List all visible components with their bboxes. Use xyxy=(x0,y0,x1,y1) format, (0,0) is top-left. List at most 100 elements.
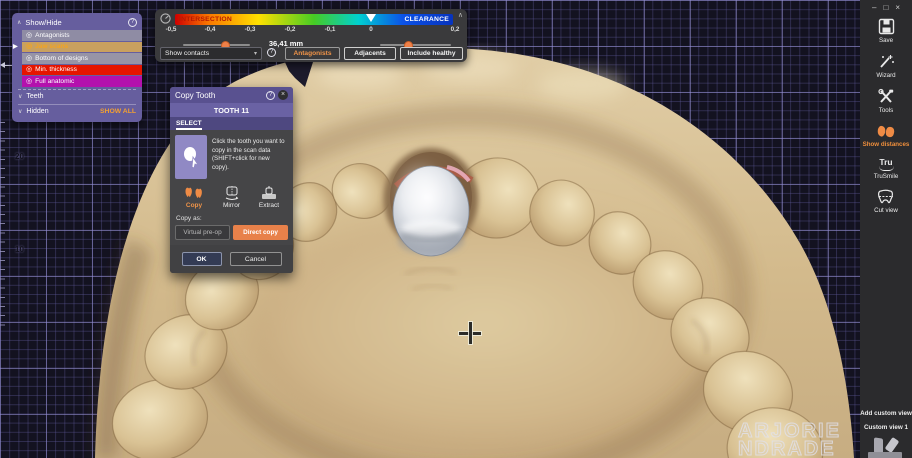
expand-chevron-icon[interactable]: ∨ xyxy=(18,93,22,100)
expand-chevron-icon[interactable]: ∨ xyxy=(18,108,22,115)
wrench-hammer-icon xyxy=(877,88,895,105)
close-icon[interactable]: × xyxy=(895,3,900,12)
ruler-ticks xyxy=(0,122,5,327)
tab-select[interactable]: SELECT xyxy=(176,120,202,130)
toolbar-collapse-icon[interactable]: ∧ xyxy=(458,11,463,19)
tooth-mirror-icon xyxy=(222,186,242,200)
smile-arc-icon xyxy=(879,166,894,171)
upper-range-slider[interactable] xyxy=(380,44,451,46)
show-all-button[interactable]: SHOW ALL xyxy=(100,108,136,115)
cancel-button[interactable]: Cancel xyxy=(230,252,282,266)
view-orientation-widget[interactable] xyxy=(866,438,906,458)
eye-icon[interactable]: ◎ xyxy=(26,55,32,62)
teeth-distance-icon xyxy=(876,123,896,139)
show-hide-title: Show/Hide xyxy=(25,18,128,27)
tooth-cut-icon xyxy=(877,189,895,205)
right-sidebar: – □ × Save Wizard xyxy=(860,0,912,458)
sidebar-item-label: Tools xyxy=(879,107,893,114)
copy-tooth-dialog: Copy Tooth ? × TOOTH 11 SELECT Click the… xyxy=(170,87,293,273)
tooth-extract-icon xyxy=(259,186,279,200)
layer-row-jaw-scans[interactable]: ▶ ◎ Jaw scans xyxy=(22,42,142,53)
instruction-text: Click the tooth you want to copy in the … xyxy=(212,135,288,179)
custom-view-1-button[interactable]: Custom view 1 xyxy=(864,424,908,431)
direct-copy-button[interactable]: Direct copy xyxy=(233,225,288,240)
copy-as-label: Copy as: xyxy=(176,215,288,222)
antagonists-button[interactable]: Antagonists xyxy=(285,47,340,60)
ok-button[interactable]: OK xyxy=(182,252,222,266)
layer-row-min-thickness[interactable]: ◎ Min. thickness xyxy=(22,65,142,76)
pick-tooth-illustration xyxy=(175,135,207,179)
adjacents-button[interactable]: Adjacents xyxy=(344,47,396,60)
add-custom-view-button[interactable]: Add custom view xyxy=(860,410,912,417)
tick-label: 0 xyxy=(369,26,373,33)
sidebar-item-label: Cut view xyxy=(874,207,898,214)
sidebar-item-wizard[interactable]: Wizard xyxy=(876,53,895,79)
sidebar-item-label: Wizard xyxy=(876,72,895,79)
help-icon[interactable]: ? xyxy=(267,48,276,57)
intersection-clearance-gradient[interactable]: INTERSECTION CLEARANCE xyxy=(175,14,453,25)
cursor-crosshair xyxy=(459,322,481,344)
mode-mirror[interactable]: Mirror xyxy=(215,186,249,209)
show-hide-header[interactable]: ∧ Show/Hide ? xyxy=(12,16,142,29)
selected-arrow-icon: ▶ xyxy=(13,43,18,50)
hidden-section-label: Hidden xyxy=(26,108,48,115)
dental-cad-app: ARJORIE NDRADE 20 10 ∧ Show/Hide ? ◎ Ant… xyxy=(0,0,912,458)
eye-icon[interactable]: ◎ xyxy=(26,78,32,85)
copy-tooth-title: Copy Tooth xyxy=(175,91,266,100)
sidebar-item-trusmile[interactable]: Tru TruSmile xyxy=(874,157,899,180)
gauge-icon[interactable] xyxy=(160,13,171,24)
hand-pick-tooth-icon xyxy=(181,145,201,169)
layer-label: Full anatomic xyxy=(35,78,74,85)
include-healthy-button[interactable]: Include healthy xyxy=(400,47,463,60)
tick-label: -0,2 xyxy=(285,26,296,33)
sidebar-item-tools[interactable]: Tools xyxy=(877,88,895,114)
layer-row-bottom-of-designs[interactable]: ◎ Bottom of designs xyxy=(22,53,142,64)
layer-label: Min. thickness xyxy=(35,66,77,73)
magic-wand-icon xyxy=(877,53,895,70)
sidebar-item-cut-view[interactable]: Cut view xyxy=(874,189,898,214)
layer-row-antagonists[interactable]: ◎ Antagonists xyxy=(22,30,142,41)
collapse-chevron-icon[interactable]: ∧ xyxy=(17,19,21,26)
sidebar-item-label: Show distances xyxy=(863,141,910,148)
ruler-label-10: 10 xyxy=(15,245,24,254)
help-icon[interactable]: ? xyxy=(128,18,137,27)
tick-label: -0,1 xyxy=(325,26,336,33)
teeth-section[interactable]: ∨ Teeth xyxy=(12,91,142,103)
show-contacts-value: Show contacts xyxy=(165,50,209,57)
layer-label: Jaw scans xyxy=(35,43,68,50)
hidden-section[interactable]: ∨ Hidden SHOW ALL xyxy=(12,106,142,118)
mode-label: Mirror xyxy=(223,202,240,209)
view-arrow-icon[interactable] xyxy=(885,437,900,453)
ruler-label-20: 20 xyxy=(15,152,24,161)
teeth-section-label: Teeth xyxy=(26,93,43,100)
minimize-icon[interactable]: – xyxy=(872,3,876,12)
floppy-disk-icon xyxy=(878,18,895,35)
clearance-label: CLEARANCE xyxy=(405,16,449,23)
lower-range-slider[interactable] xyxy=(183,44,250,46)
eye-icon[interactable]: ◎ xyxy=(26,66,32,73)
restore-icon[interactable]: □ xyxy=(883,3,888,12)
watermark-line2: NDRADE xyxy=(738,440,841,458)
tick-label: -0,3 xyxy=(245,26,256,33)
chevron-down-icon: ▾ xyxy=(254,50,257,57)
layer-row-full-anatomic[interactable]: ◎ Full anatomic xyxy=(22,76,142,87)
mode-copy[interactable]: Copy xyxy=(177,186,211,209)
copy-tooth-titlebar[interactable]: Copy Tooth ? × xyxy=(170,87,293,103)
help-icon[interactable]: ? xyxy=(266,91,275,100)
sidebar-item-save[interactable]: Save xyxy=(878,18,895,44)
view-cube-icon[interactable] xyxy=(868,452,902,458)
close-icon[interactable]: × xyxy=(278,90,288,100)
virtual-pre-op-button[interactable]: Virtual pre-op xyxy=(175,225,230,240)
mode-label: Copy xyxy=(186,202,202,209)
tooth-number-label: TOOTH 11 xyxy=(170,103,293,117)
distance-toolbar: ∧ INTERSECTION CLEARANCE -0,5 -0,4 -0,3 … xyxy=(155,9,467,62)
mode-extract[interactable]: Extract xyxy=(252,186,286,209)
sidebar-item-label: TruSmile xyxy=(874,173,899,180)
layer-label: Antagonists xyxy=(35,32,69,39)
gradient-marker-icon[interactable] xyxy=(366,14,376,22)
eye-icon[interactable]: ◎ xyxy=(26,43,32,50)
eye-icon[interactable]: ◎ xyxy=(26,32,32,39)
sidebar-item-show-distances[interactable]: Show distances xyxy=(863,123,910,148)
show-contacts-dropdown[interactable]: Show contacts ▾ xyxy=(160,47,262,60)
teeth-copy-icon xyxy=(184,186,204,200)
